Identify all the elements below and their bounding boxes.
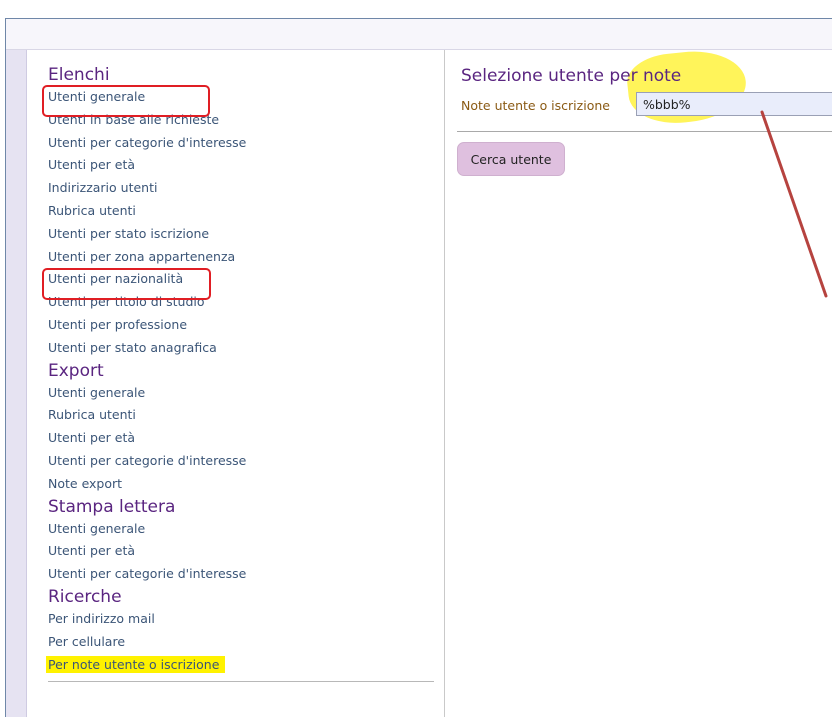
sidebar-menu: Elenchi Utenti generale Utenti in base all… [36, 50, 445, 717]
sidebar-item[interactable]: Note export [48, 473, 438, 496]
sidebar-item[interactable]: Per cellulare [48, 631, 438, 654]
sidebar-item-label: Utenti per categorie d'interesse [48, 566, 247, 582]
sidebar-item-label: Utenti per categorie d'interesse [48, 452, 247, 468]
section-title-stampa-lettera: Stampa lettera [48, 496, 176, 517]
page-title: Selezione utente per note [461, 66, 682, 86]
search-user-button[interactable]: Cerca utente [457, 142, 565, 176]
notes-field-label: Note utente o iscrizione [461, 98, 610, 113]
annotation-box-utenti-generale [42, 85, 210, 117]
sidebar-item-label: Note export [48, 475, 123, 491]
sidebar-item[interactable]: Utenti per stato iscrizione [48, 223, 438, 246]
sidebar-item-label: Per cellulare [48, 633, 126, 649]
sidebar-item-label: Per note utente o iscrizione [46, 655, 226, 673]
sidebar-item[interactable]: Utenti per età [48, 154, 438, 177]
sidebar-item[interactable]: Indirizzario utenti [48, 177, 438, 200]
sidebar-item-label: Utenti per zona appartenenza [48, 248, 236, 264]
sidebar-item-label: Indirizzario utenti [48, 180, 158, 196]
notes-input[interactable] [636, 92, 832, 116]
form-divider [457, 131, 832, 132]
section-title-elenchi: Elenchi [48, 65, 110, 85]
sidebar-item[interactable]: Utenti per professione [48, 314, 438, 337]
sidebar-item[interactable]: Rubrica utenti [48, 404, 438, 427]
sidebar-item-label: Utenti generale [48, 520, 146, 536]
sidebar-item-label: Rubrica utenti [48, 202, 136, 218]
sidebar-item-label: Utenti per età [48, 543, 135, 559]
sidebar-item-label: Utenti per stato anagrafica [48, 339, 217, 355]
sidebar-item[interactable]: Utenti per stato anagrafica [48, 337, 438, 360]
sidebar-item[interactable]: Utenti per categorie d'interesse [48, 132, 438, 155]
section-title-ricerche: Ricerche [48, 586, 122, 607]
sidebar-item-label: Utenti per categorie d'interesse [48, 134, 247, 150]
sidebar-item[interactable]: Utenti generale [48, 382, 438, 405]
top-bar [6, 19, 832, 50]
sidebar-item-label: Utenti per età [48, 157, 135, 173]
sidebar-item-label: Rubrica utenti [48, 407, 136, 423]
sidebar-item-label: Utenti generale [48, 384, 146, 400]
sidebar-item-label: Utenti per professione [48, 316, 188, 332]
sidebar-bottom-divider [48, 681, 434, 682]
left-rail [6, 50, 27, 717]
cropped-top-text [40, 0, 830, 6]
sidebar-item-label: Utenti per stato iscrizione [48, 225, 210, 241]
sidebar-item[interactable]: Per indirizzo mail [48, 608, 438, 631]
sidebar-item[interactable]: Per note utente o iscrizione [46, 654, 438, 677]
menu-list: Elenchi Utenti generale Utenti in base all… [46, 64, 438, 677]
sidebar-item[interactable]: Utenti per età [48, 540, 438, 563]
sidebar-item[interactable]: Utenti per età [48, 427, 438, 450]
main-panel: Selezione utente per note Note utente o … [446, 50, 832, 717]
sidebar-item[interactable]: Utenti generale [48, 518, 438, 541]
section-title-export: Export [48, 360, 104, 381]
sidebar-item[interactable]: Utenti per zona appartenenza [48, 246, 438, 269]
sidebar-item-label: Per indirizzo mail [48, 610, 155, 626]
sidebar-item[interactable]: Utenti per categorie d'interesse [48, 563, 438, 586]
annotation-box-utenti-nazionalita [42, 268, 211, 300]
sidebar-item[interactable]: Rubrica utenti [48, 200, 438, 223]
sidebar-item-label: Utenti per età [48, 430, 135, 446]
sidebar-item[interactable]: Utenti per categorie d'interesse [48, 450, 438, 473]
